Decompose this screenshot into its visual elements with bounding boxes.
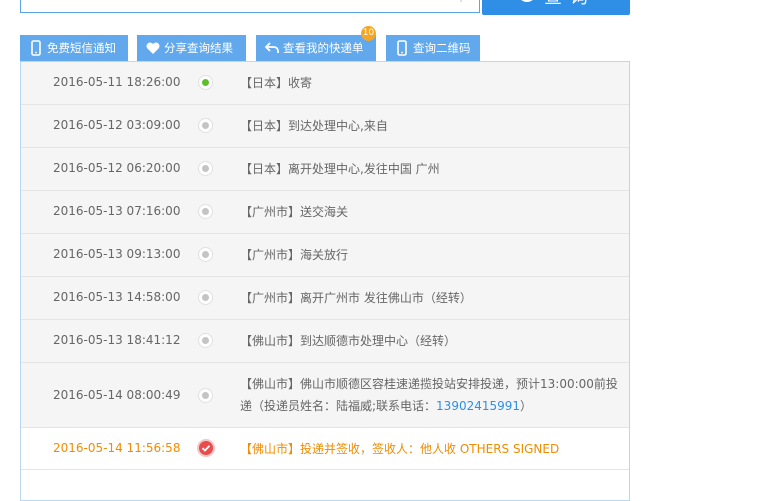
event-description: 【佛山市】佛山市顺德区容桂速递揽投站安排投递，预计13:00:00前投递（投递员…: [240, 373, 620, 417]
event-location: 【佛山市】: [240, 442, 301, 456]
event-status: 到达顺德市处理中心（经转）: [300, 334, 457, 348]
event-status: 投递并签收，签收人：他人收 OTHERS SIGNED: [300, 442, 560, 456]
query-qrcode-label: 查询二维码: [413, 41, 471, 55]
event-location: 【日本】: [240, 76, 289, 90]
event-location: 【广州市】: [240, 205, 301, 219]
status-dot-icon: [198, 161, 213, 176]
timeline-row-signed: 2016-05-14 11:56:58 【佛山市】投递并签收，签收人：他人收 O…: [21, 428, 629, 470]
timeline-row: 2016-05-13 07:16:00 【广州市】送交海关: [21, 191, 629, 234]
status-dot-icon: [198, 388, 213, 403]
event-location: 【日本】: [240, 119, 289, 133]
clear-icon[interactable]: +: [455, 0, 467, 5]
event-time: 2016-05-14 11:56:58: [53, 441, 181, 455]
event-location: 【广州市】: [240, 291, 301, 305]
search-button-label: 查询: [544, 0, 596, 9]
event-time: 2016-05-14 08:00:49: [53, 388, 181, 402]
signed-check-icon: [197, 439, 215, 457]
event-location: 【广州市】: [240, 248, 301, 262]
event-time: 2016-05-13 07:16:00: [53, 204, 181, 218]
sms-notify-button[interactable]: 免费短信通知: [20, 35, 128, 61]
status-dot-icon: [198, 118, 213, 133]
event-status: 海关放行: [300, 248, 349, 262]
event-status: 收寄: [288, 76, 313, 90]
event-description: 【日本】到达处理中心,来自: [240, 115, 620, 137]
search-icon: [518, 0, 536, 2]
event-location: 【佛山市】: [240, 334, 301, 348]
phone-icon: [31, 40, 41, 56]
timeline-row: 2016-05-13 14:58:00 【广州市】离开广州市 发往佛山市（经转）: [21, 277, 629, 320]
tracking-number-value: 1540545258540: [31, 0, 143, 1]
event-time: 2016-05-11 18:26:00: [53, 75, 181, 89]
reply-arrow-icon: [264, 42, 279, 53]
timeline-row: 2016-05-12 03:09:00 【日本】到达处理中心,来自: [21, 105, 629, 148]
courier-phone-link[interactable]: 13902415991: [436, 399, 520, 413]
status-dot-icon: [198, 204, 213, 219]
heart-icon: [146, 42, 160, 54]
event-description: 【日本】离开处理中心,发往中国 广州: [240, 158, 620, 180]
timeline-row: 2016-05-13 09:13:00 【广州市】海关放行: [21, 234, 629, 277]
event-location: 【日本】: [240, 162, 289, 176]
event-description: 【广州市】送交海关: [240, 201, 620, 223]
status-dot-icon: [198, 75, 213, 90]
status-dot-icon: [198, 333, 213, 348]
timeline-row: 2016-05-13 18:41:12 【佛山市】到达顺德市处理中心（经转）: [21, 320, 629, 363]
search-button[interactable]: 查询: [482, 0, 630, 15]
query-qrcode-button[interactable]: 查询二维码: [386, 35, 480, 61]
my-express-orders-label: 查看我的快递单: [283, 41, 364, 55]
event-status: 到达处理中心,来自: [288, 119, 388, 133]
share-result-label: 分享查询结果: [164, 41, 233, 55]
timeline-row: 2016-05-14 08:00:49 【佛山市】佛山市顺德区容桂速递揽投站安排…: [21, 363, 629, 428]
event-status: 送交海关: [300, 205, 349, 219]
event-time: 2016-05-13 09:13:00: [53, 247, 181, 261]
tracking-timeline: 2016-05-11 18:26:00 【日本】收寄 2016-05-12 03…: [20, 61, 630, 501]
timeline-row: 2016-05-11 18:26:00 【日本】收寄: [21, 62, 629, 105]
share-result-button[interactable]: 分享查询结果: [137, 35, 246, 61]
event-status: 离开处理中心,发往中国 广州: [288, 162, 440, 176]
sms-notify-label: 免费短信通知: [47, 41, 116, 55]
notification-badge: 10: [361, 26, 376, 41]
timeline-row: 2016-05-12 06:20:00 【日本】离开处理中心,发往中国 广州: [21, 148, 629, 191]
event-location: 【佛山市】: [240, 377, 301, 391]
event-description: 【佛山市】投递并签收，签收人：他人收 OTHERS SIGNED: [240, 438, 620, 460]
event-time: 2016-05-12 03:09:00: [53, 118, 181, 132]
event-time: 2016-05-12 06:20:00: [53, 161, 181, 175]
event-status: 离开广州市 发往佛山市（经转）: [300, 291, 472, 305]
event-time: 2016-05-13 14:58:00: [53, 290, 181, 304]
event-time: 2016-05-13 18:41:12: [53, 333, 181, 347]
status-dot-icon: [198, 290, 213, 305]
my-express-orders-button[interactable]: 查看我的快递单 10: [256, 26, 376, 61]
event-status-end: ）: [520, 399, 533, 413]
event-description: 【日本】收寄: [240, 72, 620, 94]
phone-icon: [397, 40, 407, 56]
status-dot-icon: [198, 247, 213, 262]
event-description: 【佛山市】到达顺德市处理中心（经转）: [240, 330, 620, 352]
tracking-number-input[interactable]: 1540545258540 +: [20, 0, 480, 13]
event-description: 【广州市】离开广州市 发往佛山市（经转）: [240, 287, 620, 309]
event-description: 【广州市】海关放行: [240, 244, 620, 266]
